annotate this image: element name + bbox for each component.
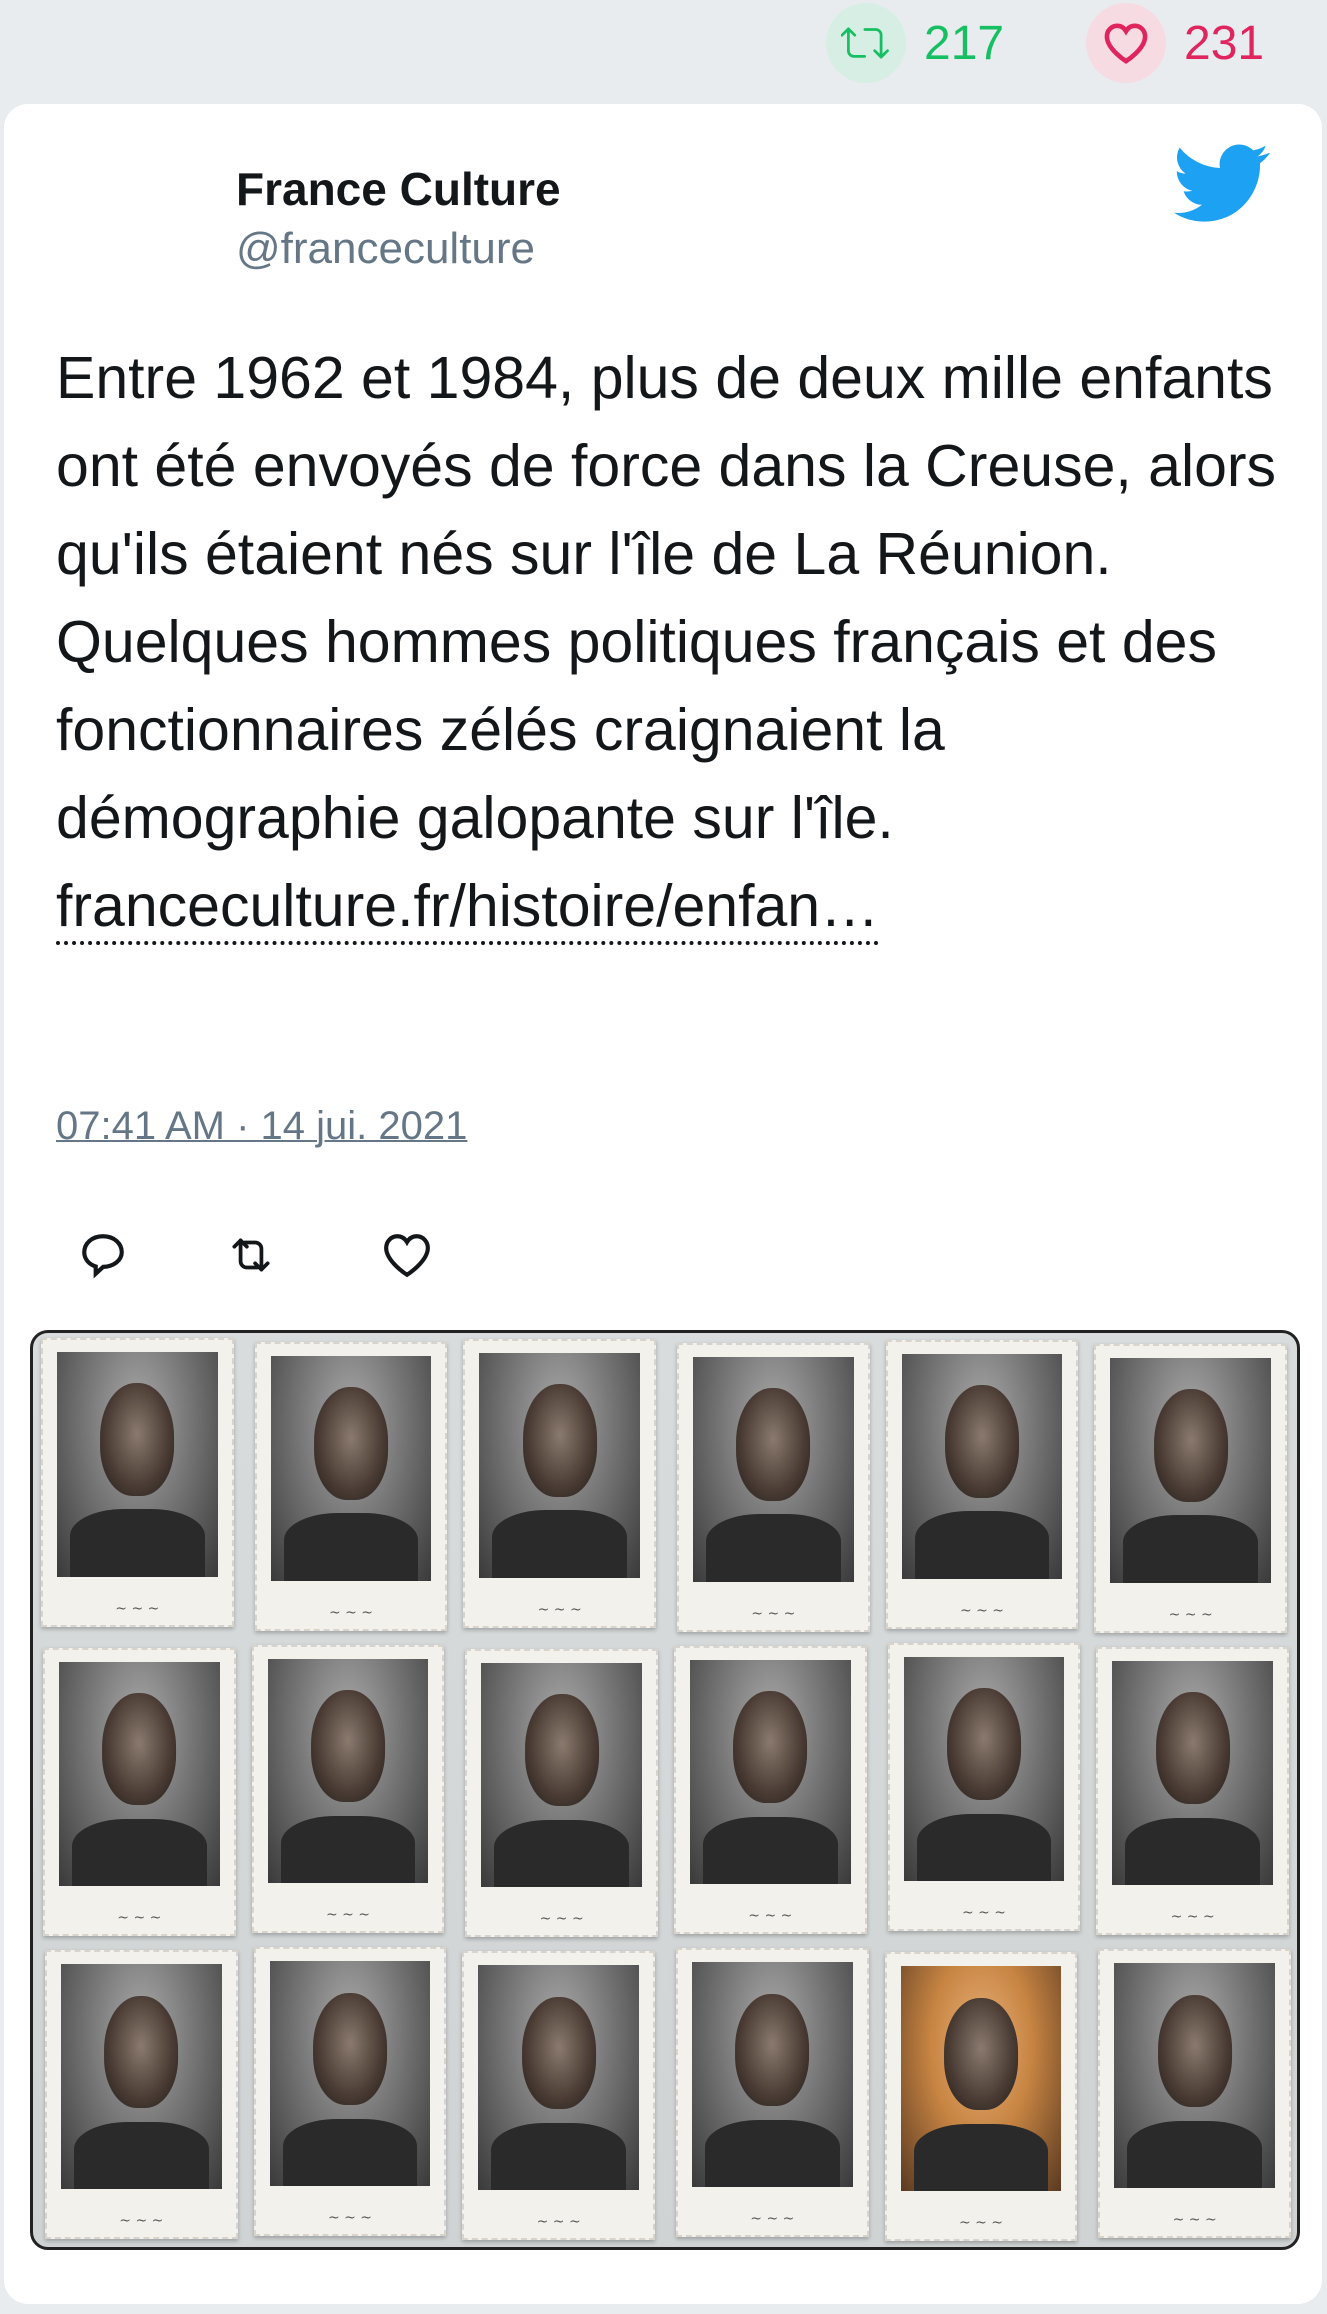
retweet-count: 217 bbox=[924, 16, 1005, 70]
like-icon[interactable] bbox=[374, 1222, 440, 1288]
engagement-stats: 217 231 bbox=[0, 0, 1327, 100]
twitter-bird-icon[interactable] bbox=[1174, 144, 1270, 222]
portrait-photo: ~ ~ ~ bbox=[45, 1950, 238, 2239]
heart-icon[interactable] bbox=[1086, 3, 1166, 83]
portrait-photo: ~ ~ ~ bbox=[41, 1338, 234, 1627]
retweet-count-group[interactable]: 217 bbox=[826, 3, 1005, 83]
portrait-photo: ~ ~ ~ bbox=[884, 1952, 1078, 2241]
portrait-photo: ~ ~ ~ bbox=[885, 1340, 1079, 1629]
like-count-group[interactable]: 231 bbox=[1086, 3, 1265, 83]
reply-icon[interactable] bbox=[70, 1222, 136, 1288]
portrait-photo: ~ ~ ~ bbox=[462, 1951, 655, 2240]
portrait-photo: ~ ~ ~ bbox=[674, 1645, 867, 1935]
portrait-photo: ~ ~ ~ bbox=[465, 1648, 658, 1938]
portrait-photo: ~ ~ ~ bbox=[253, 1947, 447, 2236]
portrait-photo: ~ ~ ~ bbox=[677, 1343, 870, 1632]
author-handle[interactable]: @franceculture bbox=[236, 224, 535, 274]
portrait-photo: ~ ~ ~ bbox=[1094, 1344, 1287, 1633]
portrait-photo: ~ ~ ~ bbox=[1096, 1646, 1289, 1936]
portrait-photo: ~ ~ ~ bbox=[463, 1339, 656, 1628]
tweet-text: Entre 1962 et 1984, plus de deux mille e… bbox=[56, 334, 1286, 950]
tweet-photo[interactable]: ~ ~ ~ ~ ~ ~ ~ ~ ~ ~ ~ ~ ~ ~ ~ ~ ~ ~ ~ ~ ~ ~ ~ ~… bbox=[30, 1330, 1300, 2250]
tweet-link[interactable]: franceculture.fr/histoire/enfan… bbox=[56, 871, 880, 945]
like-count: 231 bbox=[1184, 16, 1265, 70]
portrait-photo: ~ ~ ~ bbox=[251, 1644, 445, 1934]
portrait-photo: ~ ~ ~ bbox=[676, 1948, 869, 2237]
author-name[interactable]: France Culture bbox=[236, 162, 561, 216]
portrait-grid-image: ~ ~ ~ ~ ~ ~ ~ ~ ~ ~ ~ ~ ~ ~ ~ ~ ~ ~ ~ ~ ~ ~ ~ ~… bbox=[33, 1333, 1297, 2247]
portrait-photo: ~ ~ ~ bbox=[254, 1342, 448, 1631]
portrait-photo: ~ ~ ~ bbox=[1098, 1949, 1291, 2238]
retweet-icon[interactable] bbox=[826, 3, 906, 83]
tweet-card: France Culture @franceculture Entre 1962… bbox=[4, 104, 1322, 2304]
portrait-photo: ~ ~ ~ bbox=[43, 1647, 236, 1937]
tweet-timestamp[interactable]: 07:41 AM · 14 jui. 2021 bbox=[56, 1104, 467, 1149]
retweet-icon[interactable] bbox=[218, 1222, 284, 1288]
tweet-body: Entre 1962 et 1984, plus de deux mille e… bbox=[56, 345, 1277, 851]
portrait-photo: ~ ~ ~ bbox=[887, 1642, 1081, 1932]
